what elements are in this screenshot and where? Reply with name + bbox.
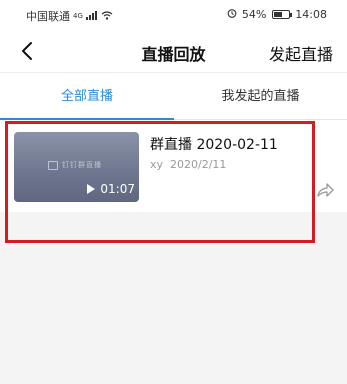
tab-all-live[interactable]: 全部直播: [0, 73, 174, 121]
battery-percent: 54%: [241, 8, 267, 21]
clock: 14:08: [295, 8, 327, 21]
app-header: 直播回放 发起直播: [0, 30, 347, 72]
battery-icon: [272, 10, 293, 19]
battery-fill: [274, 12, 282, 17]
tab-bar: 全部直播 我发起的直播: [0, 72, 347, 120]
signal-icon: [85, 10, 98, 23]
alarm-icon: [227, 8, 237, 21]
tab-my-live[interactable]: 我发起的直播: [174, 73, 347, 121]
start-live-button[interactable]: 发起直播: [269, 41, 333, 65]
carrier-label: 中国联通: [26, 10, 70, 23]
wifi-icon: [101, 10, 113, 23]
network-type: 4G: [73, 12, 83, 20]
status-right: 54% 14:08: [227, 8, 327, 21]
highlight-box: [5, 121, 315, 243]
status-bar: 中国联通 4G 54% 14:08: [0, 0, 347, 30]
share-icon[interactable]: [315, 180, 335, 200]
status-left: 中国联通 4G: [26, 8, 113, 24]
